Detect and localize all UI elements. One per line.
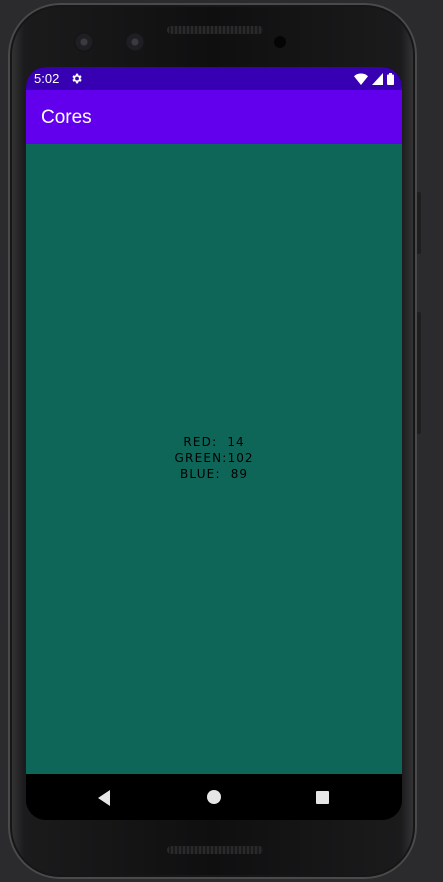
app-bar: Cores bbox=[26, 90, 402, 144]
earpiece-speaker bbox=[167, 26, 263, 34]
status-icons bbox=[354, 72, 394, 85]
gear-icon bbox=[72, 73, 82, 84]
front-camera-icon bbox=[74, 32, 94, 52]
bottom-speaker bbox=[167, 846, 263, 854]
home-icon[interactable] bbox=[207, 790, 221, 804]
navigation-bar bbox=[26, 774, 402, 820]
blue-value: 89 bbox=[230, 467, 249, 481]
volume-button bbox=[417, 312, 421, 434]
front-camera-icon bbox=[125, 32, 145, 52]
status-time: 5:02 bbox=[34, 71, 60, 86]
rgb-values: RED: 14 GREEN:102 BLUE: 89 bbox=[26, 434, 402, 482]
back-icon[interactable] bbox=[98, 790, 110, 806]
color-display: RED: 14 GREEN:102 BLUE: 89 bbox=[26, 144, 402, 774]
green-row: GREEN:102 bbox=[26, 450, 402, 466]
red-row: RED: 14 bbox=[26, 434, 402, 450]
blue-row: BLUE: 89 bbox=[26, 466, 402, 482]
app-title: Cores bbox=[41, 107, 92, 128]
wifi-icon bbox=[354, 73, 368, 85]
green-label: GREEN: bbox=[174, 451, 228, 465]
device-screen: 5:02 Cores RED: 14 GREEN:102 BLUE: 89 bbox=[26, 67, 402, 820]
status-bar: 5:02 bbox=[26, 67, 402, 90]
blue-label: BLUE: bbox=[179, 467, 221, 481]
battery-icon bbox=[387, 72, 394, 85]
red-value: 14 bbox=[227, 435, 245, 449]
green-value: 102 bbox=[227, 451, 254, 465]
recents-icon[interactable] bbox=[316, 791, 329, 804]
signal-icon bbox=[372, 72, 383, 85]
proximity-sensor bbox=[274, 36, 286, 48]
power-button bbox=[417, 192, 421, 254]
red-label: RED: bbox=[183, 435, 218, 449]
